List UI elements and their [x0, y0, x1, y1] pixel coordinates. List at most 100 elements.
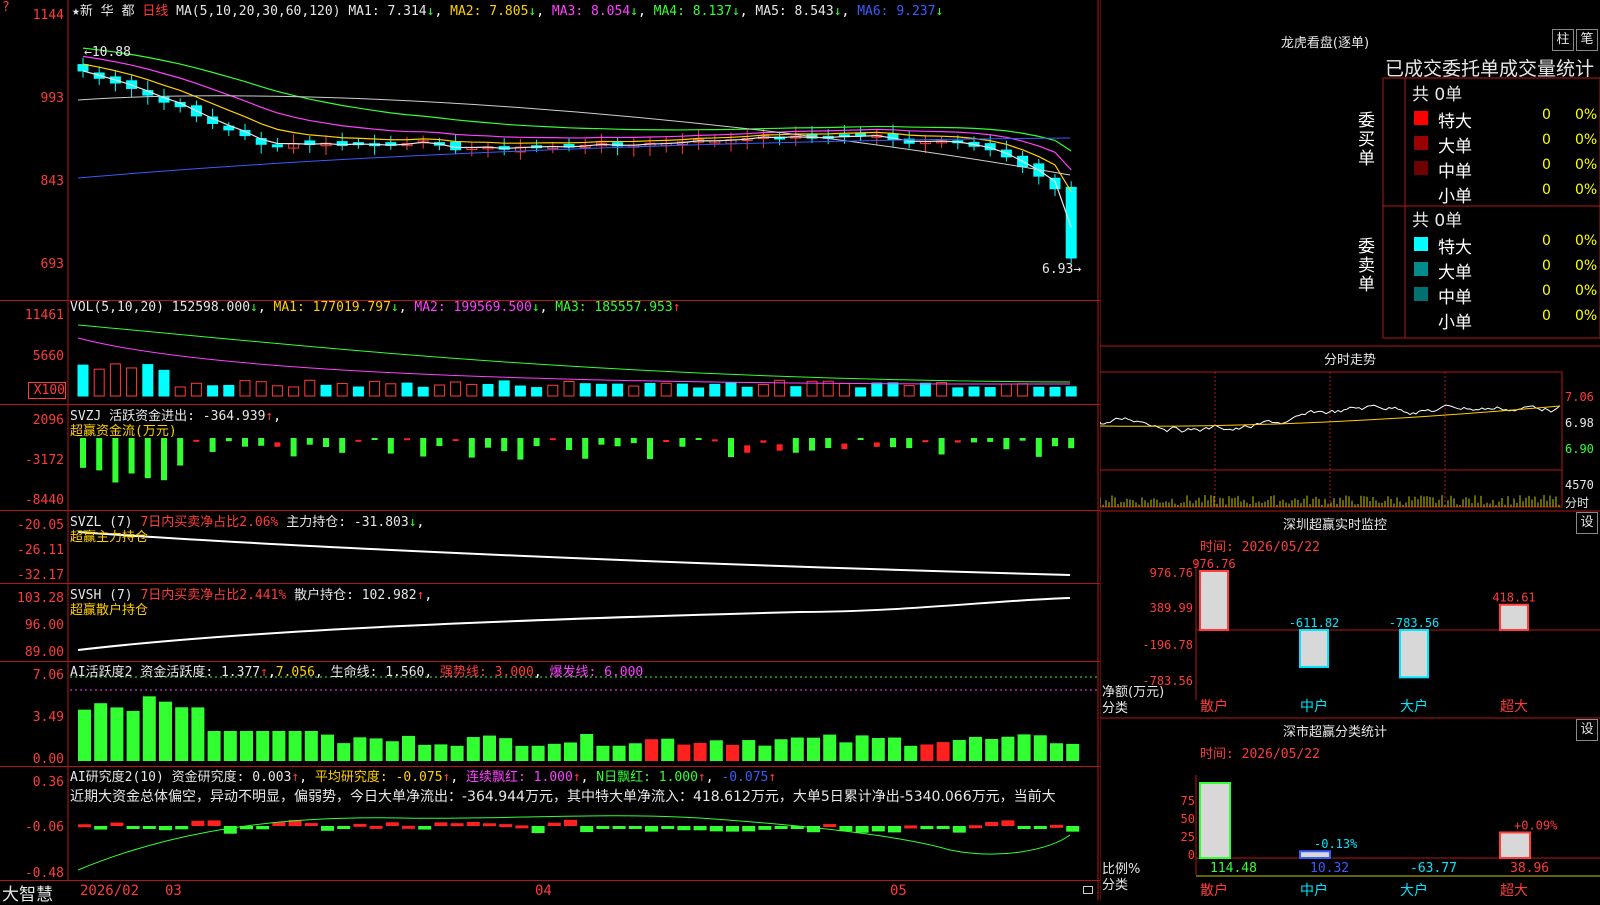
fund-flow-bar — [501, 438, 508, 452]
research-bar — [175, 826, 189, 830]
monitor-bar — [1399, 629, 1429, 679]
kline-chart-area[interactable]: ? ★新 华 都 日线 MA(5,10,20,30,60,120) MA1: 7… — [0, 0, 1100, 905]
activity-bar — [952, 739, 966, 761]
activity-bar — [823, 734, 837, 761]
activity-bar — [726, 744, 739, 761]
order-count: 0 — [1542, 132, 1551, 148]
volume-bar — [271, 385, 283, 397]
volume-bar — [838, 382, 850, 397]
classify-x-axis-title: 分类 — [1102, 878, 1129, 893]
main-holding-line — [77, 531, 1071, 576]
activity-bar — [353, 737, 367, 761]
volume-bar — [93, 368, 105, 397]
research-summary: 近期大资金总体偏空，异动不明显，偏弱势，今日大单净流出：-364.944万元，其… — [70, 789, 1056, 805]
volume-bar — [514, 385, 526, 397]
volume-bar — [595, 383, 607, 397]
fund-flow-bar — [96, 438, 103, 471]
volume-bar — [725, 382, 737, 397]
fund-flow-bar — [825, 438, 832, 449]
bar-mode-button[interactable]: 柱 — [1552, 29, 1574, 51]
fund-flow-bar — [193, 439, 200, 442]
research-bar — [564, 819, 577, 826]
research-bar — [1050, 824, 1063, 828]
research-bar — [969, 825, 982, 829]
research-bar — [337, 826, 351, 829]
x-axis-label: 05 — [890, 883, 907, 899]
activity-bar — [904, 745, 918, 761]
brand-logo: 大智慧 — [2, 885, 53, 905]
volume-bar — [628, 385, 640, 397]
monitor-category-label: 中户 — [1300, 698, 1328, 715]
fund-flow-bar — [971, 438, 977, 443]
volume-bar — [871, 382, 883, 397]
volume-bar — [109, 363, 121, 397]
svzl-y-label: -26.11 — [17, 543, 64, 558]
classify-value-label: 114.48 — [1210, 861, 1257, 876]
activity-bar — [1066, 743, 1080, 761]
fund-flow-bar — [533, 438, 540, 447]
order-count: 0 — [1542, 258, 1551, 274]
volume-bar — [612, 383, 624, 397]
activity-bar — [1001, 736, 1015, 761]
volume-bar — [1000, 383, 1012, 397]
volume-bar — [320, 384, 332, 397]
fund-flow-bar — [647, 438, 653, 460]
volume-bar — [433, 384, 445, 397]
order-count: 0 — [1542, 308, 1551, 324]
activity-bar — [888, 737, 901, 761]
research-bar — [758, 826, 772, 830]
activity-bar — [126, 710, 140, 761]
volume-bar — [968, 386, 980, 397]
activity-bar — [499, 738, 513, 761]
activity-bar — [677, 744, 691, 761]
activity-bar — [385, 741, 399, 761]
order-count: 0 — [1542, 182, 1551, 198]
order-size-label: 大单 — [1438, 263, 1472, 283]
volume-bar — [190, 382, 202, 397]
monitor-time: 时间: 2026/05/22 — [1200, 540, 1320, 555]
main-chart-canvas[interactable] — [0, 0, 1100, 900]
ai-research-y-label: -0.06 — [24, 820, 64, 835]
ai-research-y-label: 0.36 — [32, 775, 64, 790]
volume-bar — [757, 384, 769, 397]
monitor-bar-label: -783.56 — [1389, 616, 1440, 630]
fund-flow-bar — [679, 438, 686, 447]
volume-bar — [676, 383, 688, 397]
period-label[interactable]: 日线 — [142, 4, 168, 19]
fund-flow-bar — [809, 438, 815, 451]
research-bar — [450, 823, 464, 827]
volume-bar — [855, 387, 867, 397]
research-bar — [466, 822, 480, 826]
activity-bar — [758, 745, 772, 761]
activity-bar — [709, 740, 723, 761]
research-bar — [952, 826, 966, 833]
fund-flow-bar — [954, 440, 961, 443]
order-percent: 0% — [1575, 283, 1598, 299]
svzj-y-label: -8440 — [24, 493, 64, 508]
activity-bar — [985, 739, 999, 761]
classify-bar-label: +0.09% — [1514, 818, 1558, 832]
lock-icon[interactable] — [1083, 886, 1093, 894]
monitor-y-label: -196.78 — [1142, 638, 1193, 652]
fund-flow-bar — [128, 438, 135, 474]
activity-bar — [434, 744, 448, 761]
monitor-title: 深圳超赢实时监控 — [1282, 518, 1387, 533]
activity-bar — [288, 731, 302, 761]
volume-bar — [693, 387, 705, 397]
svzl-y-label: -20.05 — [17, 518, 64, 533]
classify-category-label: 散户 — [1200, 882, 1228, 899]
monitor-settings-button[interactable]: 设 — [1576, 512, 1598, 534]
volume-bar — [1049, 386, 1061, 397]
monitor-bar-label: -611.82 — [1289, 616, 1340, 630]
research-bar — [823, 824, 837, 828]
tick-mode-button[interactable]: 笔 — [1576, 29, 1598, 51]
classify-settings-button[interactable]: 设 — [1576, 719, 1598, 741]
activity-bar — [742, 740, 756, 761]
monitor-bar — [1299, 629, 1329, 668]
activity-bar — [920, 744, 934, 761]
research-bar — [726, 826, 739, 832]
classify-bar — [1499, 831, 1531, 859]
classify-value-label: 10.32 — [1310, 861, 1349, 876]
fund-flow-bar — [663, 439, 670, 442]
research-bar — [434, 822, 448, 826]
